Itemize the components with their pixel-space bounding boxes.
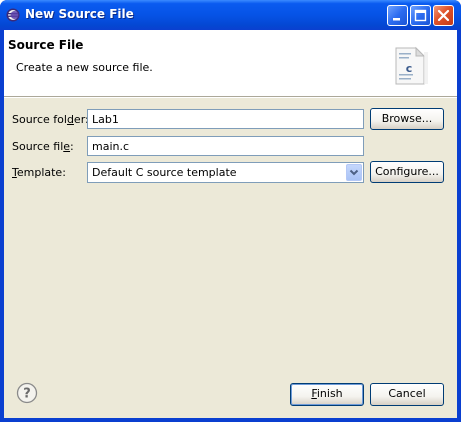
configure-button[interactable]: Configure... xyxy=(370,161,444,183)
title-bar[interactable]: New Source File xyxy=(0,0,461,30)
help-icon[interactable]: ? xyxy=(16,382,38,404)
c-source-file-icon: c xyxy=(395,46,428,85)
chevron-down-icon xyxy=(349,169,359,176)
close-button[interactable] xyxy=(433,5,454,26)
source-file-input[interactable]: main.c xyxy=(87,136,364,156)
dialog-body: Source File Create a new source file. c … xyxy=(4,30,457,418)
new-source-file-dialog: New Source File Source File Create a new… xyxy=(0,0,461,422)
minimize-button[interactable] xyxy=(387,5,408,26)
source-folder-label: Source folder: xyxy=(12,113,89,126)
maximize-button[interactable] xyxy=(410,5,431,26)
finish-button[interactable]: Finish xyxy=(290,383,364,406)
dropdown-arrow-button[interactable] xyxy=(346,164,362,181)
window-title: New Source File xyxy=(25,7,134,21)
header-separator xyxy=(4,97,457,98)
template-select[interactable]: Default C source template xyxy=(87,162,364,183)
svg-text:c: c xyxy=(406,62,413,75)
source-file-label: Source file: xyxy=(12,140,74,153)
source-folder-input[interactable]: Lab1 xyxy=(87,109,364,129)
template-label: Template: xyxy=(12,166,66,179)
template-select-value: Default C source template xyxy=(92,166,237,179)
maximize-icon xyxy=(414,9,427,22)
cancel-button[interactable]: Cancel xyxy=(370,383,444,406)
wizard-header: Source File Create a new source file. c xyxy=(4,30,457,97)
page-description: Create a new source file. xyxy=(16,61,153,74)
page-title: Source File xyxy=(8,38,84,52)
minimize-icon xyxy=(393,18,400,21)
browse-button[interactable]: Browse... xyxy=(370,108,444,130)
close-icon xyxy=(437,9,450,22)
svg-text:?: ? xyxy=(23,387,31,402)
eclipse-icon xyxy=(6,8,20,22)
